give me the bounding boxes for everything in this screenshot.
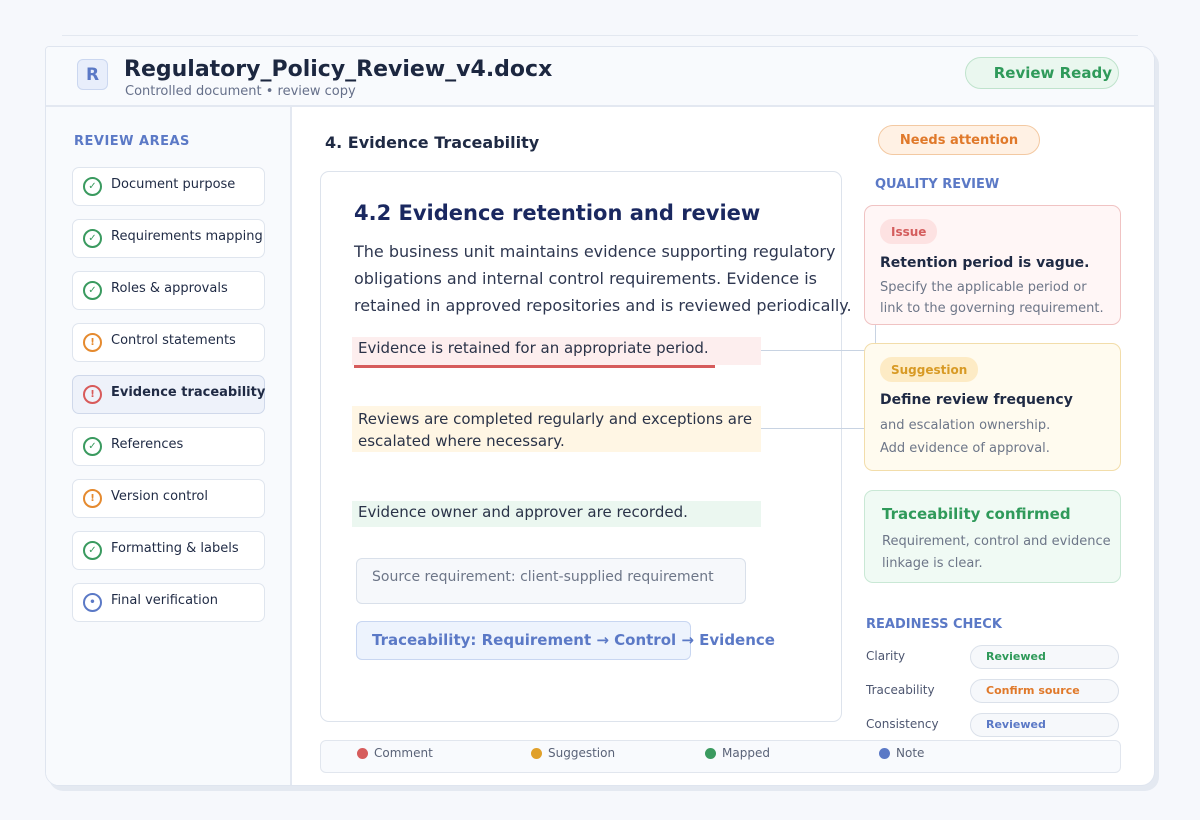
issue-comment-card[interactable]: Issue Retention period is vague. Specify… [864,205,1121,325]
needs-attention-badge: Needs attention [878,125,1040,155]
suggestion-highlight-text: Reviews are completed regularly and exce… [358,410,753,450]
blue-dot-icon [879,748,890,759]
legend-item-note: Note [879,746,924,760]
check-circle-icon: ✓ [83,229,102,248]
check-circle-icon: ✓ [83,541,102,560]
legend-item-suggestion: Suggestion [531,746,615,760]
issue-body: Specify the applicable period or link to… [880,280,1104,316]
readiness-status-pill[interactable]: Reviewed [970,713,1119,737]
highlight-legend: Comment Suggestion Mapped Note [320,740,1121,773]
suggestion-comment-card[interactable]: Suggestion Define review frequency and e… [864,343,1121,471]
issue-title: Retention period is vague. [880,255,1090,271]
sidebar-item-version-control[interactable]: ! Version control [72,479,265,518]
sidebar-item-references[interactable]: ✓ References [72,427,265,466]
header-bar: R Regulatory_Policy_Review_v4.docx Contr… [46,47,1154,107]
legend-label: Mapped [722,746,770,760]
sidebar-item-document-purpose[interactable]: ✓ Document purpose [72,167,265,206]
sidebar-item-formatting-labels[interactable]: ✓ Formatting & labels [72,531,265,570]
sidebar-item-roles-approvals[interactable]: ✓ Roles & approvals [72,271,265,310]
sidebar-item-label: Requirements mapping [111,229,263,244]
readiness-row-clarity: Clarity Reviewed [866,645,1119,669]
sidebar-item-label: Roles & approvals [111,281,228,296]
alert-circle-icon: ! [83,385,102,404]
sidebar-item-evidence-traceability[interactable]: ! Evidence traceability [72,375,265,414]
suggestion-body-line-1: and escalation ownership. [880,418,1051,433]
document-title: Regulatory_Policy_Review_v4.docx [124,57,553,82]
confirmed-title: Traceability confirmed [882,505,1071,523]
legend-label: Suggestion [548,746,616,760]
check-circle-icon: ✓ [83,437,102,456]
comment-connector-line [761,350,865,351]
comment-highlight-text: Evidence is retained for an appropriate … [358,339,709,357]
issue-tag: Issue [880,219,938,244]
suggestion-connector-line [761,428,865,429]
suggestion-highlight[interactable]: Reviews are completed regularly and exce… [352,406,761,452]
comment-underline [354,365,715,368]
section-title: 4. Evidence Traceability [325,133,540,152]
readiness-label: Clarity [866,649,906,663]
document-page: 4.2 Evidence retention and review The bu… [320,171,852,722]
check-circle-icon: ✓ [83,177,102,196]
comment-highlight[interactable]: Evidence is retained for an appropriate … [352,337,761,368]
alert-circle-icon: ! [83,489,102,508]
top-divider [62,35,1138,36]
traceability-chain-button[interactable]: Traceability: Requirement → Control → Ev… [356,621,775,660]
document-review-window: R Regulatory_Policy_Review_v4.docx Contr… [45,46,1155,786]
legend-item-mapped: Mapped [705,746,770,760]
sidebar-item-label: Document purpose [111,177,236,192]
readiness-label: Consistency [866,717,939,731]
sidebar-item-label: Control statements [111,333,236,348]
document-paragraph: The business unit maintains evidence sup… [354,242,852,315]
sidebar-item-label: Evidence traceability [111,385,266,400]
readiness-status-pill[interactable]: Reviewed [970,645,1119,669]
readiness-label: Traceability [866,683,935,697]
info-circle-icon: • [83,593,102,612]
app-logo: R [77,59,108,90]
legend-label: Note [896,746,925,760]
mapped-highlight[interactable]: Evidence owner and approver are recorded… [352,501,761,527]
readiness-row-consistency: Consistency Reviewed [866,713,1119,737]
review-ready-badge: Review Ready [965,57,1119,89]
sidebar: REVIEW AREAS ✓ Document purpose ✓ Requir… [46,107,292,785]
sidebar-heading: REVIEW AREAS [74,134,190,149]
quality-review-heading: QUALITY REVIEW [875,177,1000,192]
card-connector-line [875,325,876,345]
suggestion-tag: Suggestion [880,357,979,382]
readiness-status-pill[interactable]: Confirm source [970,679,1119,703]
legend-item-comment: Comment [357,746,433,760]
legend-label: Comment [374,746,433,760]
source-requirement-field[interactable]: Source requirement: client-supplied requ… [356,558,746,604]
sidebar-item-label: References [111,437,184,452]
alert-circle-icon: ! [83,333,102,352]
check-circle-icon: ✓ [83,281,102,300]
sidebar-item-requirements-mapping[interactable]: ✓ Requirements mapping [72,219,265,258]
sidebar-item-control-statements[interactable]: ! Control statements [72,323,265,362]
mapped-highlight-text: Evidence owner and approver are recorded… [358,503,688,521]
confirmed-body: Requirement, control and evidence linkag… [882,534,1111,571]
suggestion-title: Define review frequency [880,392,1073,408]
document-subtitle: Controlled document • review copy [125,84,356,99]
sidebar-item-final-verification[interactable]: • Final verification [72,583,265,622]
amber-dot-icon [531,748,542,759]
sidebar-item-label: Formatting & labels [111,541,239,556]
sidebar-item-label: Version control [111,489,208,504]
traceability-confirmed-card[interactable]: Traceability confirmed Requirement, cont… [864,490,1121,583]
readiness-check-heading: READINESS CHECK [866,617,1002,632]
red-dot-icon [357,748,368,759]
document-heading: 4.2 Evidence retention and review [354,201,761,225]
suggestion-body-line-2: Add evidence of approval. [880,441,1050,456]
sidebar-item-label: Final verification [111,593,218,608]
readiness-row-traceability: Traceability Confirm source [866,679,1119,703]
green-dot-icon [705,748,716,759]
